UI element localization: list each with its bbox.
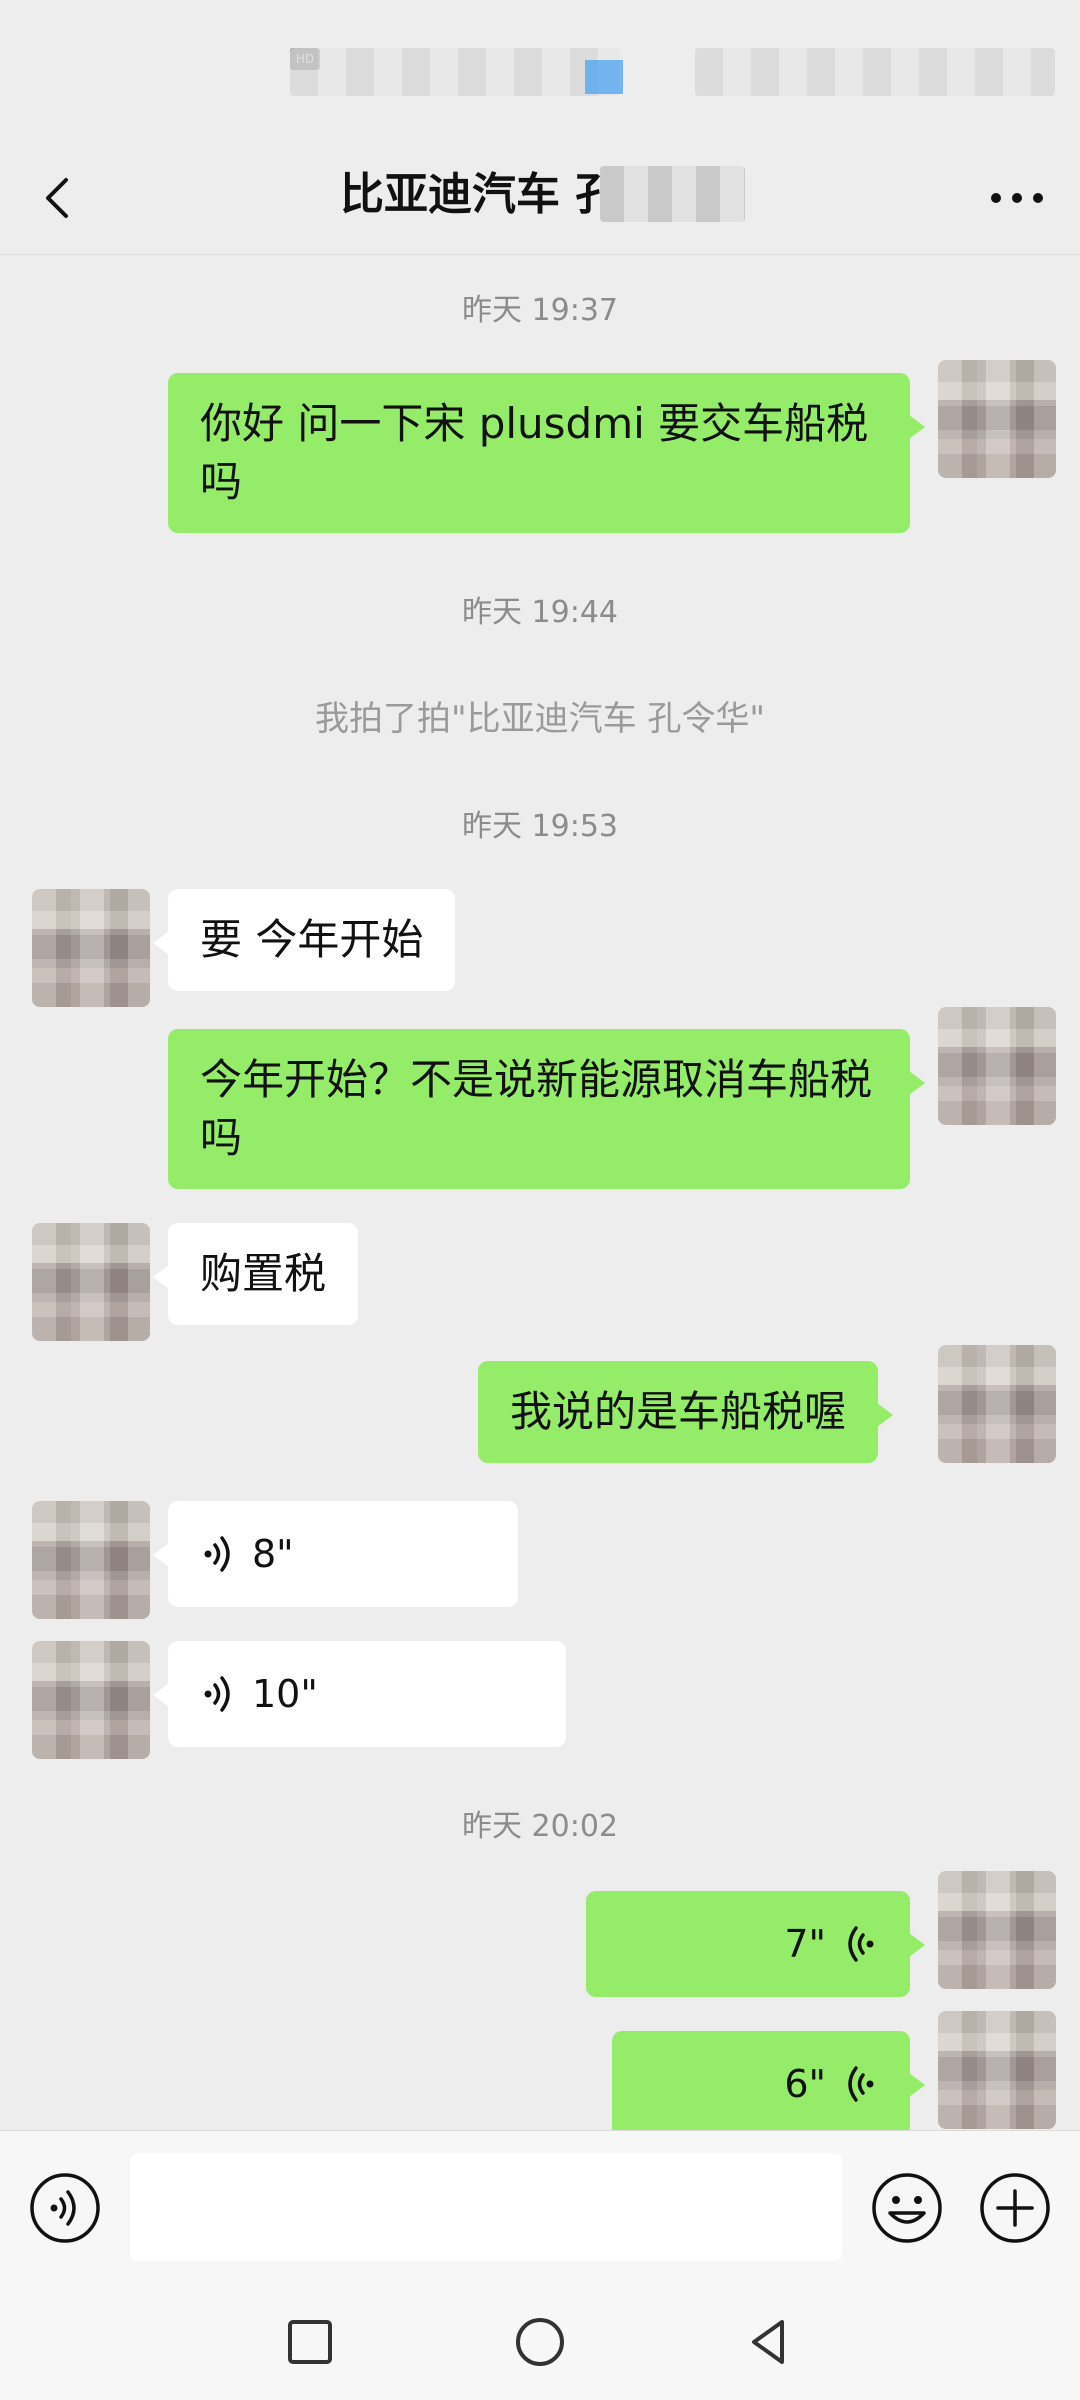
my-avatar[interactable] [938,360,1056,478]
voice-wave-icon [848,1926,874,1962]
voice-mode-icon[interactable] [28,2171,102,2245]
contact-avatar[interactable] [32,1501,150,1619]
more-dots-icon[interactable] [982,168,1052,228]
timestamp: 昨天 19:37 [462,293,618,328]
voice-message-incoming[interactable]: 10" [153,1641,566,1747]
message-bubble-outgoing[interactable]: 我说的是车船税喔 [478,1361,894,1463]
square-icon[interactable] [278,2310,342,2374]
voice-duration: 6" [784,2062,826,2106]
chevron-left-icon[interactable] [28,168,88,228]
voice-duration: 7" [784,1922,826,1966]
plus-icon[interactable] [978,2171,1052,2245]
voice-wave-icon [204,1536,230,1572]
message-bubble-incoming[interactable]: 要 今年开始 [152,889,456,991]
status-accent [585,60,623,94]
my-avatar[interactable] [938,1871,1056,1989]
voice-duration: 8" [252,1532,294,1576]
message-bubble-outgoing[interactable]: 今年开始？不是说新能源取消车船税吗 [168,1029,925,1189]
chat-header: 比亚迪汽车 孔 [0,140,1080,255]
timestamp: 昨天 19:44 [462,595,618,630]
my-avatar[interactable] [938,2011,1056,2129]
contact-avatar[interactable] [32,889,150,1007]
input-bar [0,2130,1080,2280]
my-avatar[interactable] [938,1007,1056,1125]
system-nav-bar [0,2280,1080,2400]
contact-avatar[interactable] [32,1641,150,1759]
title-blurred-part [600,166,745,222]
message-input[interactable] [130,2153,842,2261]
voice-wave-icon [848,2066,874,2102]
status-left-blurred [290,48,620,96]
emoji-icon[interactable] [870,2171,944,2245]
status-right-blurred [695,48,1055,96]
my-avatar[interactable] [938,1345,1056,1463]
contact-avatar[interactable] [32,1223,150,1341]
timestamp: 昨天 19:53 [462,809,618,844]
message-bubble-incoming[interactable]: 购置税 [152,1223,359,1325]
voice-message-incoming[interactable]: 8" [153,1501,518,1607]
message-bubble-outgoing[interactable]: 你好 问一下宋 plusdmi 要交车船税吗 [168,373,925,533]
status-bar: HD [0,0,1080,140]
timestamp: 昨天 20:02 [462,1809,618,1844]
voice-duration: 10" [252,1672,318,1716]
voice-message-outgoing[interactable]: 7" [586,1891,925,1997]
chat-messages[interactable]: 昨天 19:37 你好 问一下宋 plusdmi 要交车船税吗 昨天 19:44… [0,255,1080,2130]
voice-message-outgoing[interactable]: 6" [612,2031,925,2130]
chat-title: 比亚迪汽车 孔 [340,169,620,220]
circle-icon[interactable] [508,2310,572,2374]
voice-wave-icon [204,1676,230,1712]
triangle-back-icon[interactable] [738,2310,802,2374]
system-notice: 我拍了拍"比亚迪汽车 孔令华" [314,699,766,739]
